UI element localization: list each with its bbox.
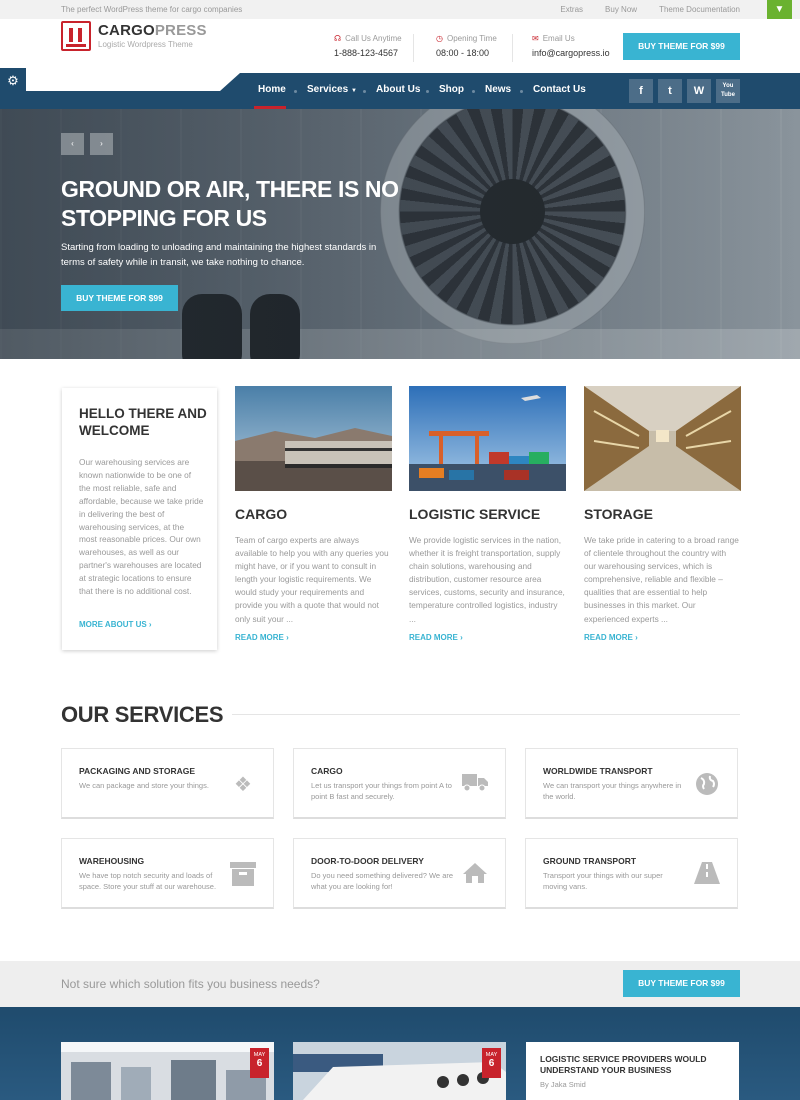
service-title: WORLDWIDE TRANSPORT	[543, 766, 653, 776]
call-info: ☊ Call Us Anytime 1-888-123-4567	[334, 34, 402, 58]
service-card[interactable]: DOOR-TO-DOOR DELIVERY Do you need someth…	[293, 838, 506, 909]
gear-icon[interactable]: ⚙	[0, 68, 26, 94]
welcome-title: HELLO THERE AND WELCOME	[79, 406, 207, 438]
dropbox-icon: ❖	[234, 774, 252, 796]
service-text: We can package and store your things.	[79, 781, 209, 790]
headset-icon: ☊	[334, 34, 342, 43]
news-date-badge: MAY 6	[250, 1048, 269, 1078]
email-value[interactable]: info@cargopress.io	[532, 48, 610, 58]
nav-separator	[294, 90, 297, 93]
hero-text: Starting from loading to unloading and m…	[61, 242, 377, 268]
hero-slider	[0, 109, 800, 359]
cargo-train-image[interactable]	[235, 386, 392, 491]
service-text: We have top notch security and loads of …	[79, 871, 217, 891]
service-title: GROUND TRANSPORT	[543, 856, 637, 866]
logo-text[interactable]: CARGOPRESS	[98, 22, 207, 39]
slider-next-button[interactable]: ›	[90, 133, 113, 155]
nav-separator	[472, 90, 475, 93]
service-text: Transport your things with our super mov…	[543, 871, 663, 891]
chevron-down-icon[interactable]: ▼	[767, 0, 792, 19]
top-bar: The perfect WordPress theme for cargo co…	[0, 0, 800, 19]
welcome-box: HELLO THERE AND WELCOME Our warehousing …	[62, 388, 217, 650]
cta-text: Not sure which solution fits you busines…	[61, 977, 320, 991]
service-text: Do you need something delivered? We are …	[311, 871, 454, 891]
youtube-icon[interactable]: You Tube	[716, 79, 740, 103]
warehouse-storage-image[interactable]	[584, 386, 741, 491]
nav-home[interactable]: Home	[258, 84, 286, 95]
service-card[interactable]: WORLDWIDE TRANSPORT We can transport you…	[525, 748, 738, 819]
welcome-text: Our warehousing services are known natio…	[79, 457, 204, 597]
nav-about-us[interactable]: About Us	[376, 84, 420, 95]
card-text-cargo: Team of cargo experts are always availab…	[235, 535, 389, 624]
top-link-extras[interactable]: Extras	[560, 5, 583, 14]
card-title-logistic: LOGISTIC SERVICE	[409, 506, 541, 522]
service-title: DOOR-TO-DOOR DELIVERY	[311, 856, 424, 866]
news-post-author: By Jaka Smid	[540, 1080, 586, 1089]
service-title: PACKAGING AND STORAGE	[79, 766, 196, 776]
news-date-badge: MAY 6	[482, 1048, 501, 1078]
news-image-trucks[interactable]	[293, 1042, 506, 1100]
tagline: The perfect WordPress theme for cargo co…	[61, 5, 243, 14]
call-number[interactable]: 1-888-123-4567	[334, 48, 402, 58]
service-card[interactable]: WAREHOUSING We have top notch security a…	[61, 838, 274, 909]
card-text-storage: We take pride in catering to a broad ran…	[584, 535, 739, 624]
road-icon	[694, 862, 720, 888]
read-more-link[interactable]: READ MORE ›	[584, 633, 638, 642]
divider	[232, 714, 740, 715]
card-title-storage: STORAGE	[584, 506, 653, 522]
home-icon	[462, 862, 488, 888]
top-link-buy-now[interactable]: Buy Now	[605, 5, 637, 14]
services-heading: OUR SERVICES	[61, 702, 224, 727]
top-links: Extras Buy Now Theme Documentation	[560, 5, 740, 14]
service-card[interactable]: PACKAGING AND STORAGE We can package and…	[61, 748, 274, 819]
news-post-title[interactable]: LOGISTIC SERVICE PROVIDERS WOULD UNDERST…	[540, 1054, 730, 1075]
slider-prev-button[interactable]: ‹	[61, 133, 84, 155]
hours-info: ◷ Opening Time 08:00 - 18:00	[436, 34, 497, 58]
hours-value: 08:00 - 18:00	[436, 48, 490, 58]
email-info: ✉ Email Us info@cargopress.io	[532, 34, 610, 58]
read-more-link[interactable]: READ MORE ›	[235, 633, 289, 642]
hero-buy-button[interactable]: BUY THEME FOR $99	[61, 285, 178, 311]
envelope-icon: ✉	[532, 34, 539, 43]
nav-contact-us[interactable]: Contact Us	[533, 84, 586, 95]
service-card[interactable]: CARGO Let us transport your things from …	[293, 748, 506, 819]
more-about-us-link[interactable]: MORE ABOUT US ›	[79, 620, 152, 629]
service-card[interactable]: GROUND TRANSPORT Transport your things w…	[525, 838, 738, 909]
nav-shop[interactable]: Shop	[439, 84, 464, 95]
nav-separator	[520, 90, 523, 93]
port-cranes-image[interactable]	[409, 386, 566, 491]
divider	[413, 34, 414, 62]
logo-subtitle: Logistic Wordpress Theme	[98, 40, 193, 49]
cta-buy-button[interactable]: BUY THEME FOR $99	[623, 970, 740, 997]
card-title-cargo: CARGO	[235, 506, 288, 522]
wordpress-icon[interactable]: W	[687, 79, 711, 103]
news-image-warehouse[interactable]	[61, 1042, 274, 1100]
top-link-documentation[interactable]: Theme Documentation	[659, 5, 740, 14]
archive-icon	[230, 862, 256, 888]
service-text: Let us transport your things from point …	[311, 781, 452, 801]
nav-news[interactable]: News	[485, 84, 511, 95]
news-post-card[interactable]: LOGISTIC SERVICE PROVIDERS WOULD UNDERST…	[526, 1042, 739, 1100]
clock-icon: ◷	[436, 34, 443, 43]
facebook-icon[interactable]: f	[629, 79, 653, 103]
globe-icon	[694, 772, 720, 798]
card-text-logistic: We provide logistic services in the nati…	[409, 535, 565, 624]
nav-separator	[363, 90, 366, 93]
truck-icon	[462, 772, 488, 798]
hero-title: GROUND OR AIR, THERE IS NO STOPPING FOR …	[61, 176, 399, 231]
logo-icon[interactable]	[61, 21, 91, 51]
nav-services[interactable]: Services ▼	[307, 84, 357, 95]
service-title: WAREHOUSING	[79, 856, 145, 866]
read-more-link[interactable]: READ MORE ›	[409, 633, 463, 642]
nav-separator	[426, 90, 429, 93]
service-title: CARGO	[311, 766, 343, 776]
hero-overlay	[0, 109, 800, 359]
twitter-icon[interactable]: t	[658, 79, 682, 103]
service-text: We can transport your things anywhere in…	[543, 781, 682, 801]
buy-theme-button[interactable]: BUY THEME FOR $99	[623, 33, 740, 60]
caret-down-icon: ▼	[350, 88, 357, 94]
divider	[512, 34, 513, 62]
